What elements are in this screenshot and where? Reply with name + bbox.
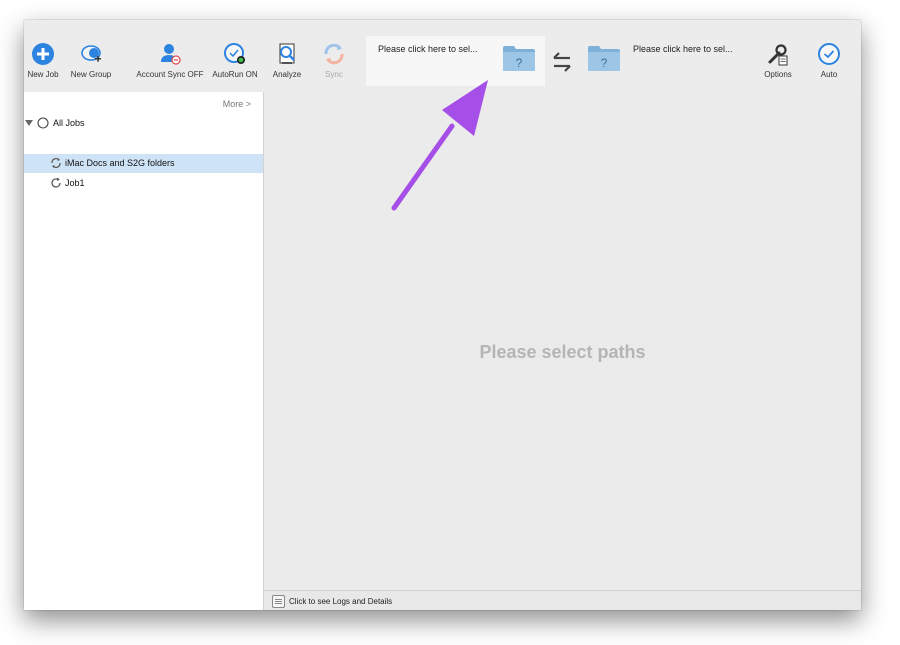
- sync-arrows-icon: [324, 43, 344, 65]
- analyze-document-icon: [279, 43, 295, 64]
- tree-item-label: iMac Docs and S2G folders: [65, 158, 175, 168]
- refresh-job-icon: [51, 177, 61, 188]
- sync-label: Sync: [325, 70, 343, 79]
- options-label: Options: [764, 70, 792, 79]
- auto-clock-icon: [818, 43, 840, 65]
- group-add-icon: [81, 45, 101, 62]
- svg-text:?: ?: [601, 56, 608, 70]
- plus-circle-icon: [32, 43, 54, 65]
- disclosure-triangle-icon[interactable]: [25, 119, 33, 127]
- autorun-button[interactable]: AutoRun ON: [210, 42, 260, 79]
- logs-status-bar[interactable]: Click to see Logs and Details: [264, 590, 861, 610]
- account-sync-label: Account Sync OFF: [136, 70, 204, 79]
- account-sync-button[interactable]: Account Sync OFF: [130, 42, 210, 79]
- analyze-button[interactable]: Analyze: [269, 42, 305, 79]
- circle-icon: [37, 117, 49, 129]
- svg-text:?: ?: [516, 56, 523, 70]
- tree-item-all-jobs[interactable]: All Jobs: [24, 114, 263, 133]
- log-list-icon: [272, 595, 285, 608]
- left-path-text: Please click here to sel...: [378, 44, 478, 54]
- sync-button[interactable]: Sync: [316, 42, 352, 79]
- folder-question-icon[interactable]: ?: [587, 44, 621, 72]
- clock-dot-icon: [224, 43, 245, 64]
- autorun-label: AutoRun ON: [212, 70, 258, 79]
- annotation-arrow-icon: [391, 80, 488, 211]
- analyze-label: Analyze: [272, 70, 302, 79]
- empty-state-message: Please select paths: [479, 342, 646, 362]
- new-group-label: New Group: [70, 70, 112, 79]
- swap-arrows-icon[interactable]: [551, 52, 573, 72]
- job-sidebar: More > All Jobs iMac Docs and S2G folder…: [24, 92, 264, 610]
- auto-button[interactable]: Auto: [813, 42, 845, 79]
- main-content: Please select paths: [264, 92, 861, 610]
- new-group-button[interactable]: New Group: [68, 42, 114, 79]
- status-bar-text: Click to see Logs and Details: [289, 597, 393, 606]
- wrench-options-icon: [768, 44, 788, 66]
- tree-root-label: All Jobs: [53, 118, 85, 128]
- new-job-button[interactable]: New Job: [24, 42, 62, 79]
- tree-item-imac-docs[interactable]: iMac Docs and S2G folders: [24, 154, 263, 173]
- more-link[interactable]: More >: [223, 99, 251, 109]
- auto-label: Auto: [820, 70, 838, 79]
- folder-question-icon[interactable]: ?: [502, 44, 536, 72]
- options-button[interactable]: Options: [758, 42, 798, 79]
- sync-job-icon: [51, 158, 61, 168]
- user-sync-icon: [161, 44, 181, 65]
- tree-item-job1[interactable]: Job1: [24, 174, 263, 193]
- right-path-text[interactable]: Please click here to sel...: [633, 44, 733, 54]
- tree-item-label: Job1: [65, 178, 85, 188]
- new-job-label: New Job: [27, 70, 59, 79]
